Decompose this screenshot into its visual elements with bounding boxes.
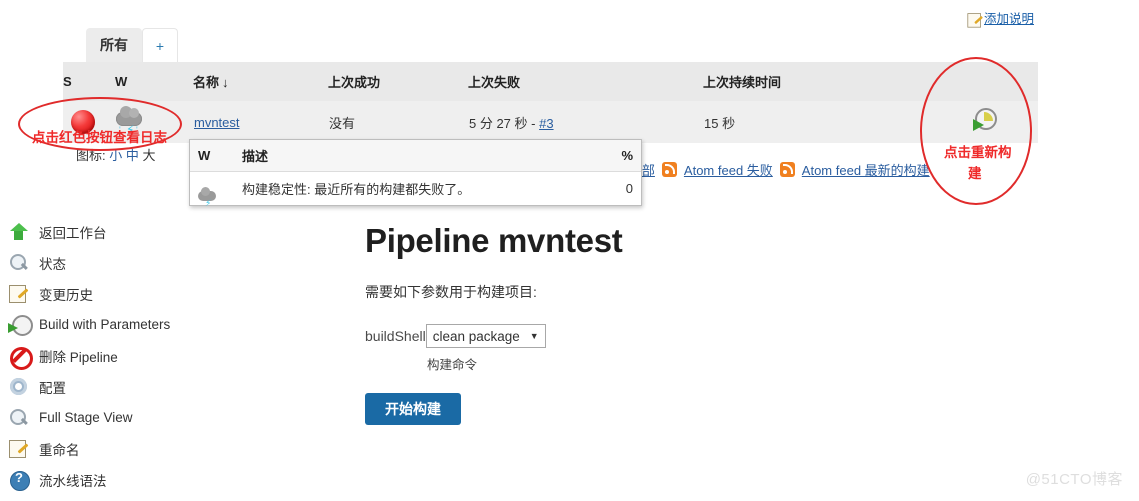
cell-last-failure: 5 分 27 秒 - #3	[468, 101, 703, 143]
delete-forbidden-icon	[8, 345, 33, 370]
sort-arrow-icon: ↓	[222, 75, 229, 90]
up-arrow-icon	[8, 221, 30, 243]
sidebar-item-label: Build with Parameters	[39, 317, 171, 332]
sidebar-item-label: Full Stage View	[39, 410, 133, 425]
search-icon	[8, 252, 30, 274]
cell-last-duration: 15 秒	[704, 115, 736, 131]
sidebar-item-label: 返回工作台	[39, 225, 107, 241]
note-pencil-icon	[8, 438, 30, 460]
feed-link-failures[interactable]: Atom feed 失败	[684, 160, 773, 179]
sidebar: 返回工作台 状态 变更历史 Build with Parameters 删除 P…	[8, 216, 223, 495]
schedule-build-icon[interactable]	[972, 107, 999, 134]
parameter-row-buildshell: buildShell clean package ▼	[365, 324, 985, 348]
buildshell-selected-value: clean package	[432, 328, 520, 344]
view-tabbar: 所有 +	[86, 28, 178, 62]
rss-icon	[779, 162, 795, 177]
sidebar-item-label: 配置	[39, 380, 66, 396]
search-icon	[8, 407, 30, 429]
chevron-down-icon: ▼	[529, 331, 539, 341]
feed-link-latest[interactable]: Atom feed 最新的构建	[802, 160, 930, 179]
sidebar-item-delete-pipeline[interactable]: 删除 Pipeline	[8, 340, 223, 371]
atom-feeds: feed 全部 Atom feed 失败 Atom feed 最新的构建	[600, 160, 930, 179]
sidebar-item-build-with-parameters[interactable]: Build with Parameters	[8, 309, 223, 340]
main-content: Pipeline mvntest 需要如下参数用于构建项目: buildShel…	[365, 222, 985, 425]
add-description[interactable]: 添加说明	[965, 8, 1034, 28]
column-header-last-duration[interactable]: 上次持续时间	[703, 62, 933, 101]
page-root: 添加说明 所有 + S W 名称 ↓ 上次成功 上次失败 上次持续时间 ⚡ ' …	[0, 0, 1139, 501]
sidebar-item-label: 状态	[39, 256, 66, 272]
legend-size-small[interactable]: 小	[109, 148, 122, 163]
column-header-last-success[interactable]: 上次成功	[328, 62, 468, 101]
table-row: ⚡ ' ' mvntest 没有 5 分 27 秒 - #3 15 秒	[63, 101, 1038, 143]
gear-icon	[8, 376, 30, 398]
tab-add-view[interactable]: +	[142, 28, 178, 62]
cell-name: mvntest	[193, 101, 328, 143]
start-build-button[interactable]: 开始构建	[365, 393, 461, 425]
column-header-name[interactable]: 名称 ↓	[193, 62, 328, 101]
jobs-table-header-row: S W 名称 ↓ 上次成功 上次失败 上次持续时间	[63, 62, 1038, 101]
note-pencil-icon	[967, 11, 981, 28]
sidebar-item-pipeline-syntax[interactable]: 流水线语法	[8, 464, 223, 495]
column-header-name-label: 名称	[193, 75, 220, 90]
tab-add-view-label: +	[155, 37, 165, 54]
tooltip-column-percent: %	[601, 140, 641, 172]
tab-all-label: 所有	[100, 37, 128, 53]
tooltip-cell-percent: 0	[601, 171, 641, 205]
legend-prefix: 图标:	[76, 148, 106, 163]
rss-icon	[661, 162, 677, 177]
help-question-icon	[8, 469, 30, 491]
sidebar-item-label: 删除 Pipeline	[39, 349, 118, 365]
column-header-status[interactable]: S	[63, 62, 115, 101]
add-description-link[interactable]: 添加说明	[984, 8, 1034, 27]
legend-size-medium[interactable]: 中	[126, 148, 139, 163]
last-failure-text: 5 分 27 秒 -	[469, 115, 540, 131]
tooltip-header-row: W 描述 %	[190, 140, 641, 172]
annotation-click-red-button: 点击红色按钮查看日志	[32, 130, 167, 145]
tooltip-cell-icon: ⚡	[190, 171, 234, 207]
legend-size-large[interactable]: 大	[143, 148, 156, 163]
last-failure-build-link[interactable]: #3	[539, 116, 553, 131]
sidebar-item-back-to-dashboard[interactable]: 返回工作台	[8, 216, 223, 247]
watermark: @51CTO博客	[1025, 471, 1123, 488]
icon-size-legend: 图标: 小 中 大	[76, 145, 156, 164]
job-link-mvntest[interactable]: mvntest	[194, 115, 240, 130]
sidebar-item-full-stage-view[interactable]: Full Stage View	[8, 402, 223, 433]
note-pencil-icon	[8, 283, 30, 305]
jobs-table: S W 名称 ↓ 上次成功 上次失败 上次持续时间 ⚡ ' ' mvntest …	[63, 62, 1038, 143]
sidebar-item-label: 重命名	[39, 442, 80, 458]
sidebar-item-label: 流水线语法	[39, 473, 107, 489]
schedule-build-icon	[8, 314, 33, 336]
column-header-actions	[933, 62, 1038, 101]
tooltip-column-weather: W	[190, 140, 234, 172]
column-header-last-failure[interactable]: 上次失败	[468, 62, 703, 101]
tooltip-cell-description: 构建稳定性: 最近所有的构建都失败了。	[234, 171, 601, 205]
buildshell-select[interactable]: clean package ▼	[425, 324, 546, 348]
sidebar-item-label: 变更历史	[39, 287, 93, 303]
weather-tooltip: W 描述 % ⚡ 构建稳定性: 最近所有的构建都失败了。 0	[189, 139, 642, 207]
tooltip-row: ⚡ 构建稳定性: 最近所有的构建都失败了。 0	[190, 171, 641, 207]
column-header-weather[interactable]: W	[115, 62, 193, 101]
annotation-click-rebuild-line2: 建	[968, 166, 982, 181]
tab-all[interactable]: 所有	[86, 28, 142, 62]
annotation-click-rebuild-line1: 点击重新构	[944, 145, 1012, 160]
parameter-label: buildShell	[365, 328, 426, 344]
parameter-hint: 构建命令	[427, 358, 478, 372]
tooltip-column-description: 描述	[234, 140, 601, 172]
parameters-lead-text: 需要如下参数用于构建项目:	[365, 284, 537, 300]
sidebar-item-rename[interactable]: 重命名	[8, 433, 223, 464]
cell-actions	[933, 101, 1038, 143]
sidebar-item-changes[interactable]: 变更历史	[8, 278, 223, 309]
sidebar-item-configure[interactable]: 配置	[8, 371, 223, 402]
cell-last-success: 没有	[329, 115, 356, 131]
sidebar-item-status[interactable]: 状态	[8, 247, 223, 278]
page-title: Pipeline mvntest	[365, 222, 623, 259]
